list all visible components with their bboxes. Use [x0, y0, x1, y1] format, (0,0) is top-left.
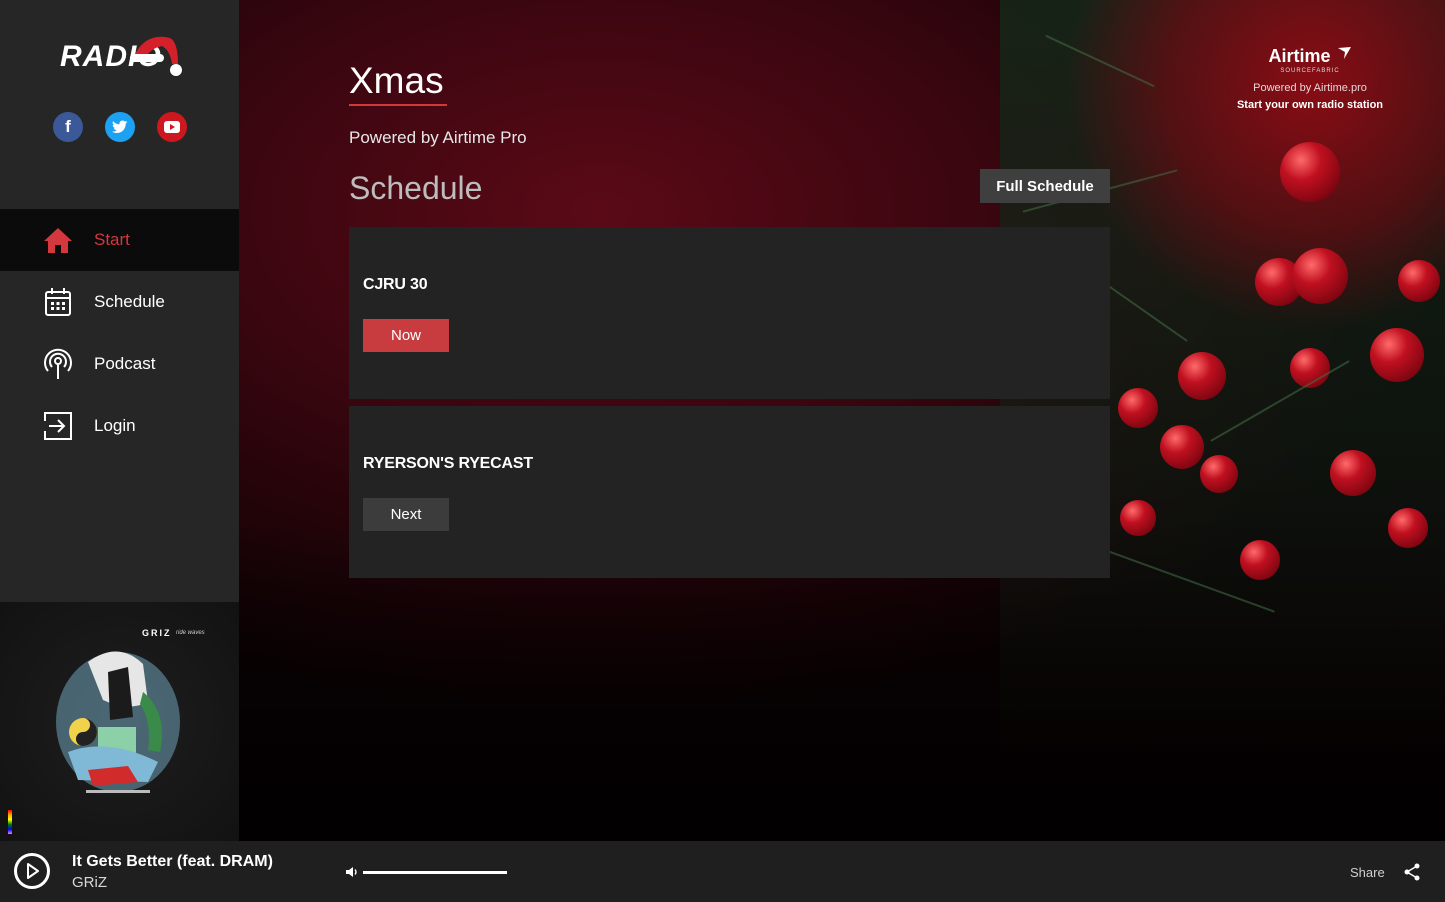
login-icon — [42, 410, 74, 442]
page-tagline: Powered by Airtime Pro — [349, 128, 527, 147]
share-label[interactable]: Share — [1350, 865, 1385, 880]
home-icon — [42, 224, 74, 256]
youtube-icon[interactable] — [157, 112, 187, 142]
nav-item-login[interactable]: Login — [0, 395, 239, 457]
nav-label-schedule: Schedule — [94, 292, 165, 311]
show-name: CJRU 30 — [363, 276, 428, 293]
nav-label-start: Start — [94, 230, 130, 249]
volume-slider[interactable] — [363, 871, 507, 874]
album-collage-icon — [56, 651, 180, 793]
status-badge-now: Now — [363, 319, 449, 352]
airtime-powered-text: Powered by Airtime.pro — [1253, 82, 1367, 94]
track-artist: GRiZ — [72, 874, 107, 891]
volume-icon[interactable] — [345, 866, 359, 878]
schedule-heading: Schedule — [349, 170, 483, 206]
album-artist-text: GRIZ — [142, 628, 172, 638]
full-schedule-button[interactable]: Full Schedule — [980, 169, 1110, 203]
track-title: It Gets Better (feat. DRAM) — [72, 853, 273, 870]
album-art: GRIZ ride waves — [0, 602, 239, 841]
show-card[interactable]: RYERSON'S RYECAST Next — [349, 406, 1110, 578]
airtime-arrow-icon — [1337, 47, 1351, 59]
twitter-icon[interactable] — [105, 112, 135, 142]
nav-item-start[interactable]: Start — [0, 209, 239, 271]
nav-item-podcast[interactable]: Podcast — [0, 333, 239, 395]
show-card[interactable]: CJRU 30 Now — [349, 227, 1110, 399]
facebook-icon[interactable]: f — [53, 112, 83, 142]
airtime-branding[interactable]: Airtime SOURCEFABRIC Powered by Airtime.… — [1230, 46, 1390, 111]
nav-label-login: Login — [94, 416, 136, 435]
status-badge-next: Next — [363, 498, 449, 531]
twitter-bird-icon — [112, 120, 128, 133]
title-underline — [349, 104, 447, 106]
player-bar: It Gets Better (feat. DRAM) GRiZ Share — [0, 841, 1445, 902]
social-links: f — [53, 112, 187, 142]
volume-slider-fill — [363, 871, 507, 874]
play-icon — [27, 863, 39, 879]
podcast-icon — [42, 348, 74, 380]
sidebar: RADIO f Start Schedule Podcast Login GRI… — [0, 0, 239, 841]
airtime-logo-text: Airtime — [1268, 46, 1331, 66]
main-nav: Start Schedule Podcast Login — [0, 209, 239, 457]
page-title: Xmas — [349, 60, 444, 101]
rainbow-marker — [8, 810, 12, 834]
play-button[interactable] — [14, 853, 50, 889]
calendar-icon — [42, 286, 74, 318]
airtime-sub-text: SOURCEFABRIC — [1280, 68, 1340, 74]
nav-item-schedule[interactable]: Schedule — [0, 271, 239, 333]
album-title-text: ride waves — [176, 630, 205, 636]
airtime-cta-text[interactable]: Start your own radio station — [1230, 99, 1390, 111]
youtube-play-icon — [164, 121, 180, 133]
airtime-logo: Airtime — [1230, 46, 1390, 67]
santa-hat-icon — [130, 36, 182, 76]
show-name: RYERSON'S RYECAST — [363, 455, 533, 472]
nav-label-podcast: Podcast — [94, 354, 156, 373]
share-icon[interactable] — [1403, 863, 1421, 881]
